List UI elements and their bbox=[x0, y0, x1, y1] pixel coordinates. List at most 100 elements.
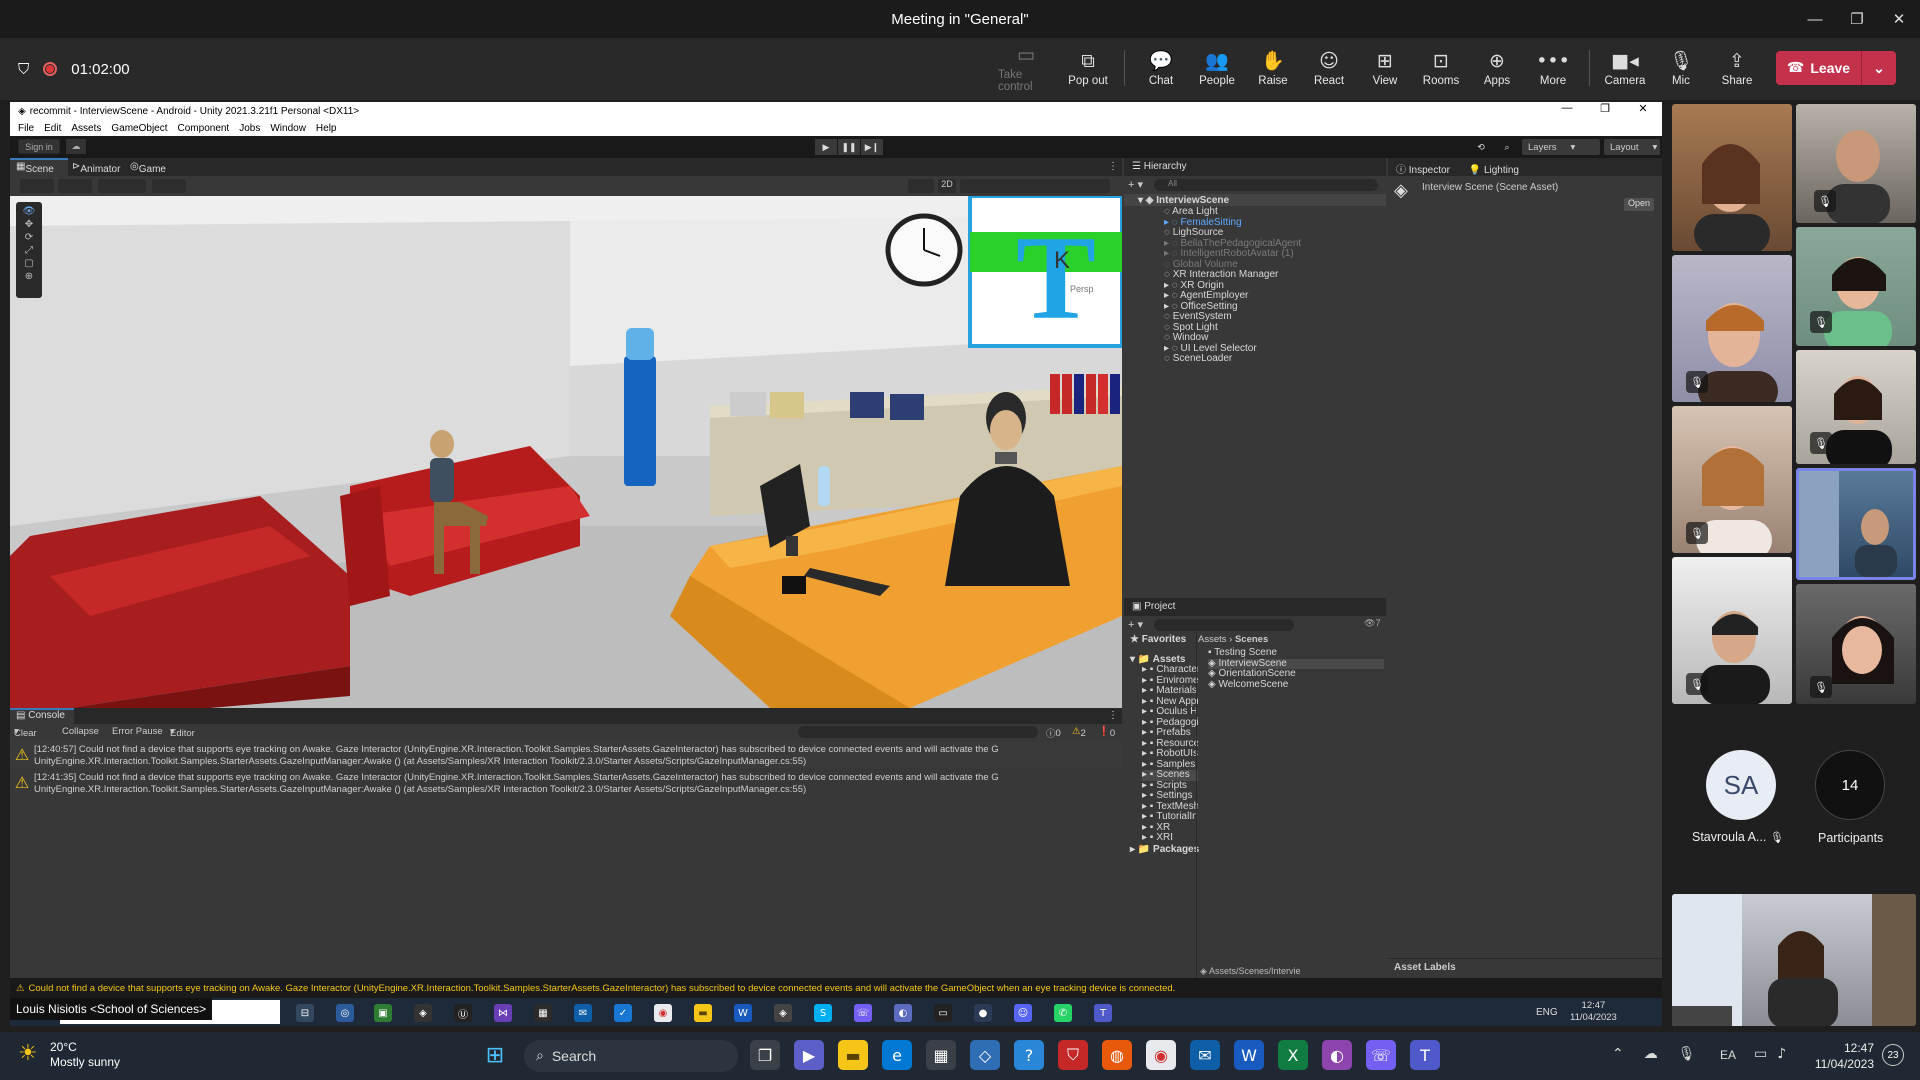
word-icon[interactable]: W bbox=[1234, 1040, 1264, 1070]
help-icon[interactable]: ? bbox=[1014, 1040, 1044, 1070]
excel-icon[interactable]: X bbox=[1278, 1040, 1308, 1070]
assets-folder[interactable]: ▾ 📁 Assets bbox=[1130, 654, 1185, 665]
rect-tool-icon[interactable]: ▢ bbox=[24, 258, 33, 269]
play-button[interactable]: ▶ bbox=[815, 139, 837, 155]
camera-button[interactable]: ■◂ Camera bbox=[1597, 38, 1653, 100]
apps-button[interactable]: ⊕ Apps bbox=[1469, 38, 1525, 100]
speaker-icon[interactable]: ♪ bbox=[1777, 1046, 1786, 1062]
edge-icon[interactable]: e bbox=[882, 1040, 912, 1070]
sun-icon[interactable]: ☀ bbox=[18, 1040, 38, 1066]
word-icon[interactable]: W bbox=[734, 1004, 752, 1022]
error-count[interactable]: ❗ 0 bbox=[1098, 726, 1115, 739]
mic-button[interactable]: 🎙 Mic bbox=[1653, 38, 1709, 100]
participant-video[interactable]: 🎙 bbox=[1796, 227, 1916, 346]
open-button[interactable]: Open bbox=[1624, 198, 1654, 211]
security-icon[interactable]: ⛉ bbox=[1058, 1040, 1088, 1070]
transform-tool-icon[interactable]: ⊕ bbox=[25, 271, 33, 282]
tab-game[interactable]: ◎ Game bbox=[130, 161, 166, 175]
leave-button[interactable]: ☎ Leave ⌄ bbox=[1776, 51, 1896, 85]
scene-visibility-tools[interactable] bbox=[960, 179, 1110, 193]
unreal-icon[interactable]: Ⓤ bbox=[454, 1004, 472, 1022]
avatar[interactable]: SA bbox=[1706, 750, 1776, 820]
app-icon[interactable]: ◐ bbox=[1322, 1040, 1352, 1070]
layers-dropdown[interactable]: Layers ▾ bbox=[1522, 139, 1600, 155]
menu-jobs[interactable]: Jobs bbox=[239, 123, 260, 134]
warning-count[interactable]: ⚠ 2 bbox=[1072, 726, 1086, 739]
menu-help[interactable]: Help bbox=[316, 123, 337, 134]
hierarchy-tab[interactable]: ☰ Hierarchy bbox=[1124, 158, 1386, 176]
chrome-icon[interactable]: ◉ bbox=[1146, 1040, 1176, 1070]
react-button[interactable]: ☺ React bbox=[1301, 38, 1357, 100]
app-icon[interactable]: ◎ bbox=[336, 1004, 354, 1022]
task-view-icon[interactable]: ❐ bbox=[750, 1040, 780, 1070]
viber-icon[interactable]: ☏ bbox=[854, 1004, 872, 1022]
unity-hub-icon[interactable]: ◈ bbox=[414, 1004, 432, 1022]
discord-icon[interactable]: ☺ bbox=[1014, 1004, 1032, 1022]
clear-button[interactable]: Clear ▾ bbox=[14, 726, 37, 739]
raise-hand-button[interactable]: ✋ Raise bbox=[1245, 38, 1301, 100]
minimize-icon[interactable]: — bbox=[1794, 0, 1836, 38]
layout-dropdown[interactable]: Layout ▾ bbox=[1604, 139, 1660, 155]
participant-video[interactable]: 🎙 bbox=[1672, 406, 1792, 553]
taskbar-clock[interactable]: 12:47 11/04/2023 bbox=[1808, 1040, 1874, 1072]
menu-window[interactable]: Window bbox=[270, 123, 306, 134]
tab-console[interactable]: ▤ Console bbox=[16, 710, 65, 721]
hierarchy-root[interactable]: ▾ ◈ InterviewScene bbox=[1138, 195, 1229, 206]
pause-button[interactable]: ❚❚ bbox=[838, 139, 860, 155]
info-count[interactable]: ⓘ 0 bbox=[1046, 726, 1061, 740]
tab-lighting[interactable]: 💡 Lighting bbox=[1469, 165, 1519, 176]
outlook-icon[interactable]: ✉ bbox=[1190, 1040, 1220, 1070]
todo-icon[interactable]: ✓ bbox=[614, 1004, 632, 1022]
error-pause-button[interactable]: Error Pause bbox=[112, 726, 163, 737]
menu-file[interactable]: File bbox=[18, 123, 34, 134]
console-search-input[interactable] bbox=[798, 726, 1038, 738]
project-tab[interactable]: ▣ Project bbox=[1124, 598, 1386, 616]
teams-icon[interactable]: T bbox=[1094, 1004, 1112, 1022]
participant-video[interactable] bbox=[1672, 104, 1792, 251]
file-explorer-icon[interactable]: ▬ bbox=[838, 1040, 868, 1070]
scale-tool-icon[interactable]: ⤢ bbox=[25, 245, 33, 256]
language-indicator[interactable]: EA bbox=[1720, 1048, 1736, 1062]
search-icon[interactable]: ⌕ bbox=[1496, 139, 1518, 155]
hidden-count[interactable]: 👁7 bbox=[1364, 618, 1380, 629]
file-explorer-icon[interactable]: ▬ bbox=[694, 1004, 712, 1022]
menu-component[interactable]: Component bbox=[178, 123, 230, 134]
close-icon[interactable]: ✕ bbox=[1624, 102, 1662, 120]
packages-folder[interactable]: ▸ 📁 Packages bbox=[1130, 844, 1199, 855]
chevron-up-icon[interactable]: ⌃ bbox=[1612, 1046, 1624, 1062]
collapse-button[interactable]: Collapse bbox=[62, 726, 99, 737]
add-button[interactable]: + ▾ bbox=[1128, 618, 1143, 631]
chat-button[interactable]: 💬 Chat bbox=[1133, 38, 1189, 100]
teams-icon[interactable]: T bbox=[1410, 1040, 1440, 1070]
menu-gameobject[interactable]: GameObject bbox=[111, 123, 167, 134]
scene-file-item[interactable]: ◈ WelcomeScene bbox=[1208, 679, 1384, 691]
restore-icon[interactable]: ❐ bbox=[1586, 102, 1624, 120]
tab-animator[interactable]: ⊳ Animator bbox=[72, 161, 120, 175]
messenger-icon[interactable]: ◐ bbox=[894, 1004, 912, 1022]
console-log-row[interactable]: ⚠ [12:41:35] Could not find a device tha… bbox=[10, 770, 1122, 796]
restore-icon[interactable]: ❐ bbox=[1836, 0, 1878, 38]
app-icon[interactable]: ◇ bbox=[970, 1040, 1000, 1070]
outlook-icon[interactable]: ✉ bbox=[574, 1004, 592, 1022]
minimize-icon[interactable]: — bbox=[1548, 102, 1586, 120]
rotate-tool-icon[interactable]: ⟳ bbox=[25, 232, 33, 243]
firefox-icon[interactable]: ◍ bbox=[1102, 1040, 1132, 1070]
cloud-icon[interactable]: ☁ bbox=[66, 139, 86, 154]
view-button[interactable]: ⊞ View bbox=[1357, 38, 1413, 100]
history-icon[interactable]: ⟲ bbox=[1470, 139, 1492, 155]
pop-out-button[interactable]: ⧉ Pop out bbox=[1060, 38, 1116, 100]
unity-icon[interactable]: ◈ bbox=[774, 1004, 792, 1022]
display-icon[interactable]: ▭ bbox=[1754, 1046, 1767, 1062]
asset-folder[interactable]: ▸ ▪ XRI bbox=[1142, 832, 1198, 844]
skype-icon[interactable]: S bbox=[814, 1004, 832, 1022]
breadcrumb-scenes[interactable]: Scenes bbox=[1235, 634, 1268, 645]
participant-count[interactable]: 14 bbox=[1815, 750, 1885, 820]
taskbar-search[interactable]: ⌕ Search bbox=[524, 1040, 738, 1072]
leave-main[interactable]: ☎ Leave bbox=[1776, 51, 1862, 85]
hierarchy-search-input[interactable]: All bbox=[1154, 179, 1378, 191]
meet-icon[interactable]: ▶ bbox=[794, 1040, 824, 1070]
menu-edit[interactable]: Edit bbox=[44, 123, 61, 134]
more-button[interactable]: ••• More bbox=[1525, 38, 1581, 100]
mic-off-icon[interactable]: 🎙 bbox=[1678, 1046, 1696, 1062]
draw-mode-dropdown[interactable] bbox=[20, 179, 54, 193]
